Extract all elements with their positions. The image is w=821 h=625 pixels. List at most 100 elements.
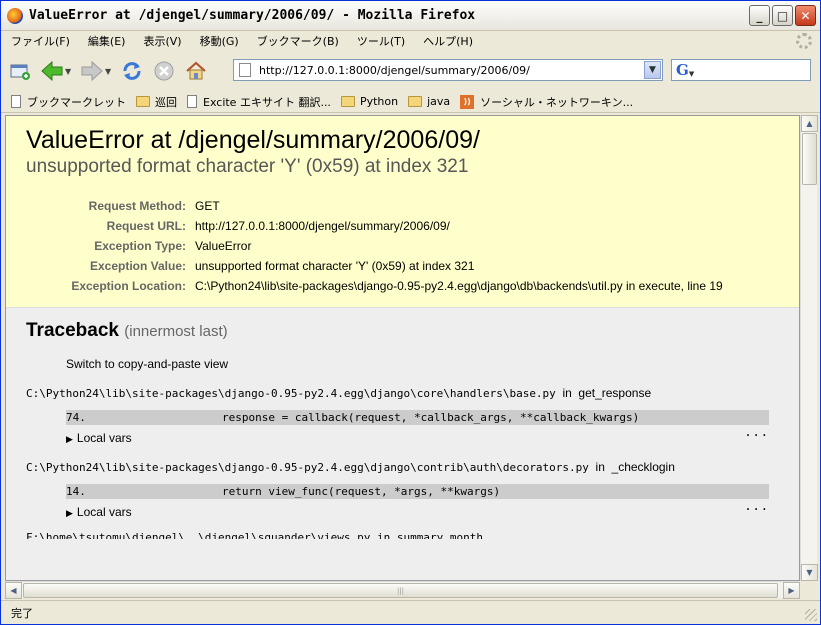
back-arrow-icon <box>41 60 63 82</box>
local-vars-toggle[interactable]: ▶ Local vars... <box>66 425 799 445</box>
more-context-dots[interactable]: ... <box>744 499 769 513</box>
page-icon <box>239 63 251 77</box>
meta-key: Exception Type: <box>94 239 186 253</box>
bookmark-folder-junkai[interactable]: 巡回 <box>136 94 177 110</box>
frame-location: C:\Python24\lib\site-packages\django-0.9… <box>26 385 799 402</box>
forward-dropdown-icon[interactable]: ▼ <box>105 67 113 76</box>
google-icon[interactable]: G <box>676 61 689 79</box>
meta-row: Request URL: http://127.0.0.1:8000/djenge… <box>26 216 799 236</box>
error-subtitle: unsupported format character 'Y' (0x59) … <box>26 156 469 177</box>
url-text[interactable]: http://127.0.0.1:8000/djengel/summary/20… <box>259 64 530 77</box>
reload-button[interactable] <box>119 58 145 84</box>
menu-tools[interactable]: ツール(T) <box>347 33 413 49</box>
navigation-toolbar: ▼ ▼ http://127.0.0.1:8000/djengel/summar… <box>1 53 820 89</box>
horizontal-scroll-thumb[interactable]: ||| <box>23 583 778 598</box>
bookmark-label: java <box>427 95 451 108</box>
frame-file: C:\Python24\lib\site-packages\django-0.9… <box>26 387 556 400</box>
meta-row: Exception Value: unsupported format chara… <box>26 256 799 276</box>
stop-icon <box>154 61 174 81</box>
bookmark-bookmarklet[interactable]: ブックマークレット <box>11 94 126 110</box>
meta-key: Request URL: <box>106 219 186 233</box>
bookmark-label: Excite エキサイト 翻訳... <box>203 95 331 109</box>
frame-function: _checklogin <box>611 460 675 474</box>
frame-location-partial: F:\home\tsutomu\djengel\..\djengel\squan… <box>26 531 483 539</box>
scroll-down-icon[interactable]: ▼ <box>801 564 818 581</box>
traceback-title: Traceback <box>26 320 119 341</box>
page-content: ValueError at /djengel/summary/2006/09/ … <box>5 115 800 581</box>
url-dropdown-icon[interactable]: ▼ <box>644 61 661 79</box>
title-bar[interactable]: ValueError at /djengel/summary/2006/09/ … <box>1 1 820 31</box>
menu-go[interactable]: 移動(G) <box>190 33 247 49</box>
resize-grip-icon[interactable] <box>805 609 817 621</box>
menu-file[interactable]: ファイル(F) <box>1 33 78 49</box>
menu-bookmarks[interactable]: ブックマーク(B) <box>247 33 347 49</box>
vertical-scroll-thumb[interactable] <box>802 133 817 185</box>
traceback-subtitle: (innermost last) <box>124 323 228 340</box>
traceback-heading: Traceback (innermost last) <box>26 320 799 342</box>
menu-view[interactable]: 表示(V) <box>133 33 189 49</box>
home-button[interactable] <box>183 58 209 84</box>
meta-value: GET <box>195 199 220 213</box>
bookmark-excite-translate[interactable]: Excite エキサイト 翻訳... <box>187 94 331 110</box>
local-vars-toggle[interactable]: ▶ Local vars... <box>66 499 799 519</box>
back-dropdown-icon[interactable]: ▼ <box>65 67 73 76</box>
window-controls: _ □ ✕ <box>749 5 816 26</box>
menu-edit[interactable]: 編集(E) <box>78 33 134 49</box>
bookmark-label: ブックマークレット <box>27 95 126 109</box>
maximize-button[interactable]: □ <box>772 5 793 26</box>
traceback-frame: C:\Python24\lib\site-packages\django-0.9… <box>26 385 799 445</box>
horizontal-scrollbar[interactable]: ◀ ||| ▶ <box>5 581 800 599</box>
error-title: ValueError at /djengel/summary/2006/09/ <box>26 126 480 154</box>
close-button[interactable]: ✕ <box>795 5 816 26</box>
frame-function: get_response <box>578 386 652 400</box>
menu-help[interactable]: ヘルプ(H) <box>413 33 481 49</box>
more-context-dots[interactable]: ... <box>744 425 769 439</box>
frame-file: C:\Python24\lib\site-packages\django-0.9… <box>26 461 589 474</box>
folder-icon <box>408 96 423 107</box>
frame-in: in <box>562 386 572 400</box>
address-bar[interactable]: http://127.0.0.1:8000/djengel/summary/20… <box>233 59 663 81</box>
forward-button[interactable] <box>79 58 105 84</box>
scroll-left-icon[interactable]: ◀ <box>5 582 22 599</box>
search-box[interactable]: G ▼ <box>671 59 811 81</box>
browser-window: ValueError at /djengel/summary/2006/09/ … <box>0 0 821 625</box>
expand-triangle-icon: ▶ <box>66 434 73 444</box>
bookmark-label: 巡回 <box>155 95 177 109</box>
meta-row: Exception Location: C:\Python24\lib\site-… <box>26 276 799 296</box>
bookmark-folder-java[interactable]: java <box>408 95 450 108</box>
minimize-button[interactable]: _ <box>749 5 770 26</box>
page-icon <box>11 95 21 108</box>
menu-bar: ファイル(F) 編集(E) 表示(V) 移動(G) ブックマーク(B) ツール(… <box>1 31 820 51</box>
scroll-up-icon[interactable]: ▲ <box>801 115 818 132</box>
switch-view-link[interactable]: Switch to copy-and-paste view <box>66 357 799 371</box>
local-vars-label: Local vars <box>76 431 132 445</box>
traceback-frame: C:\Python24\lib\site-packages\django-0.9… <box>26 459 799 519</box>
frame-code-line[interactable]: 74. response = callback(request, *callbac… <box>66 410 769 425</box>
frame-code-line[interactable]: 14. return view_func(request, *args, **kw… <box>66 484 769 499</box>
bookmark-folder-python[interactable]: Python <box>340 95 399 108</box>
meta-key: Exception Value: <box>89 259 186 273</box>
bookmark-label: ソーシャル・ネットワーキン... <box>480 95 634 109</box>
bookmarks-toolbar: ブックマークレット 巡回 Excite エキサイト 翻訳... Python j… <box>1 91 820 113</box>
search-engine-dropdown-icon[interactable]: ▼ <box>689 70 694 78</box>
bookmark-label: Python <box>359 95 399 108</box>
feed-icon: )) <box>460 94 475 109</box>
stop-button[interactable] <box>151 58 177 84</box>
line-number: 14. <box>66 485 86 498</box>
meta-key: Request Method: <box>88 199 186 213</box>
bookmark-social-networking[interactable]: )) ソーシャル・ネットワーキン... <box>460 94 633 110</box>
meta-value: unsupported format character 'Y' (0x59) … <box>195 259 475 273</box>
scrollbar-corner <box>800 581 817 598</box>
new-tab-button[interactable] <box>7 58 33 84</box>
request-meta-table: Request Method: GET Request URL: http://12… <box>26 196 799 296</box>
local-vars-label: Local vars <box>76 505 132 519</box>
frame-in: in <box>595 460 605 474</box>
code-text: response = callback(request, *callback_a… <box>222 411 640 424</box>
expand-triangle-icon: ▶ <box>66 508 73 518</box>
status-bar: 完了 <box>1 600 820 624</box>
vertical-scrollbar[interactable]: ▲ ▼ <box>800 115 818 581</box>
back-button[interactable] <box>39 58 65 84</box>
scroll-right-icon[interactable]: ▶ <box>783 582 800 599</box>
meta-value: C:\Python24\lib\site-packages\django-0.9… <box>195 279 723 293</box>
home-icon <box>186 61 206 80</box>
